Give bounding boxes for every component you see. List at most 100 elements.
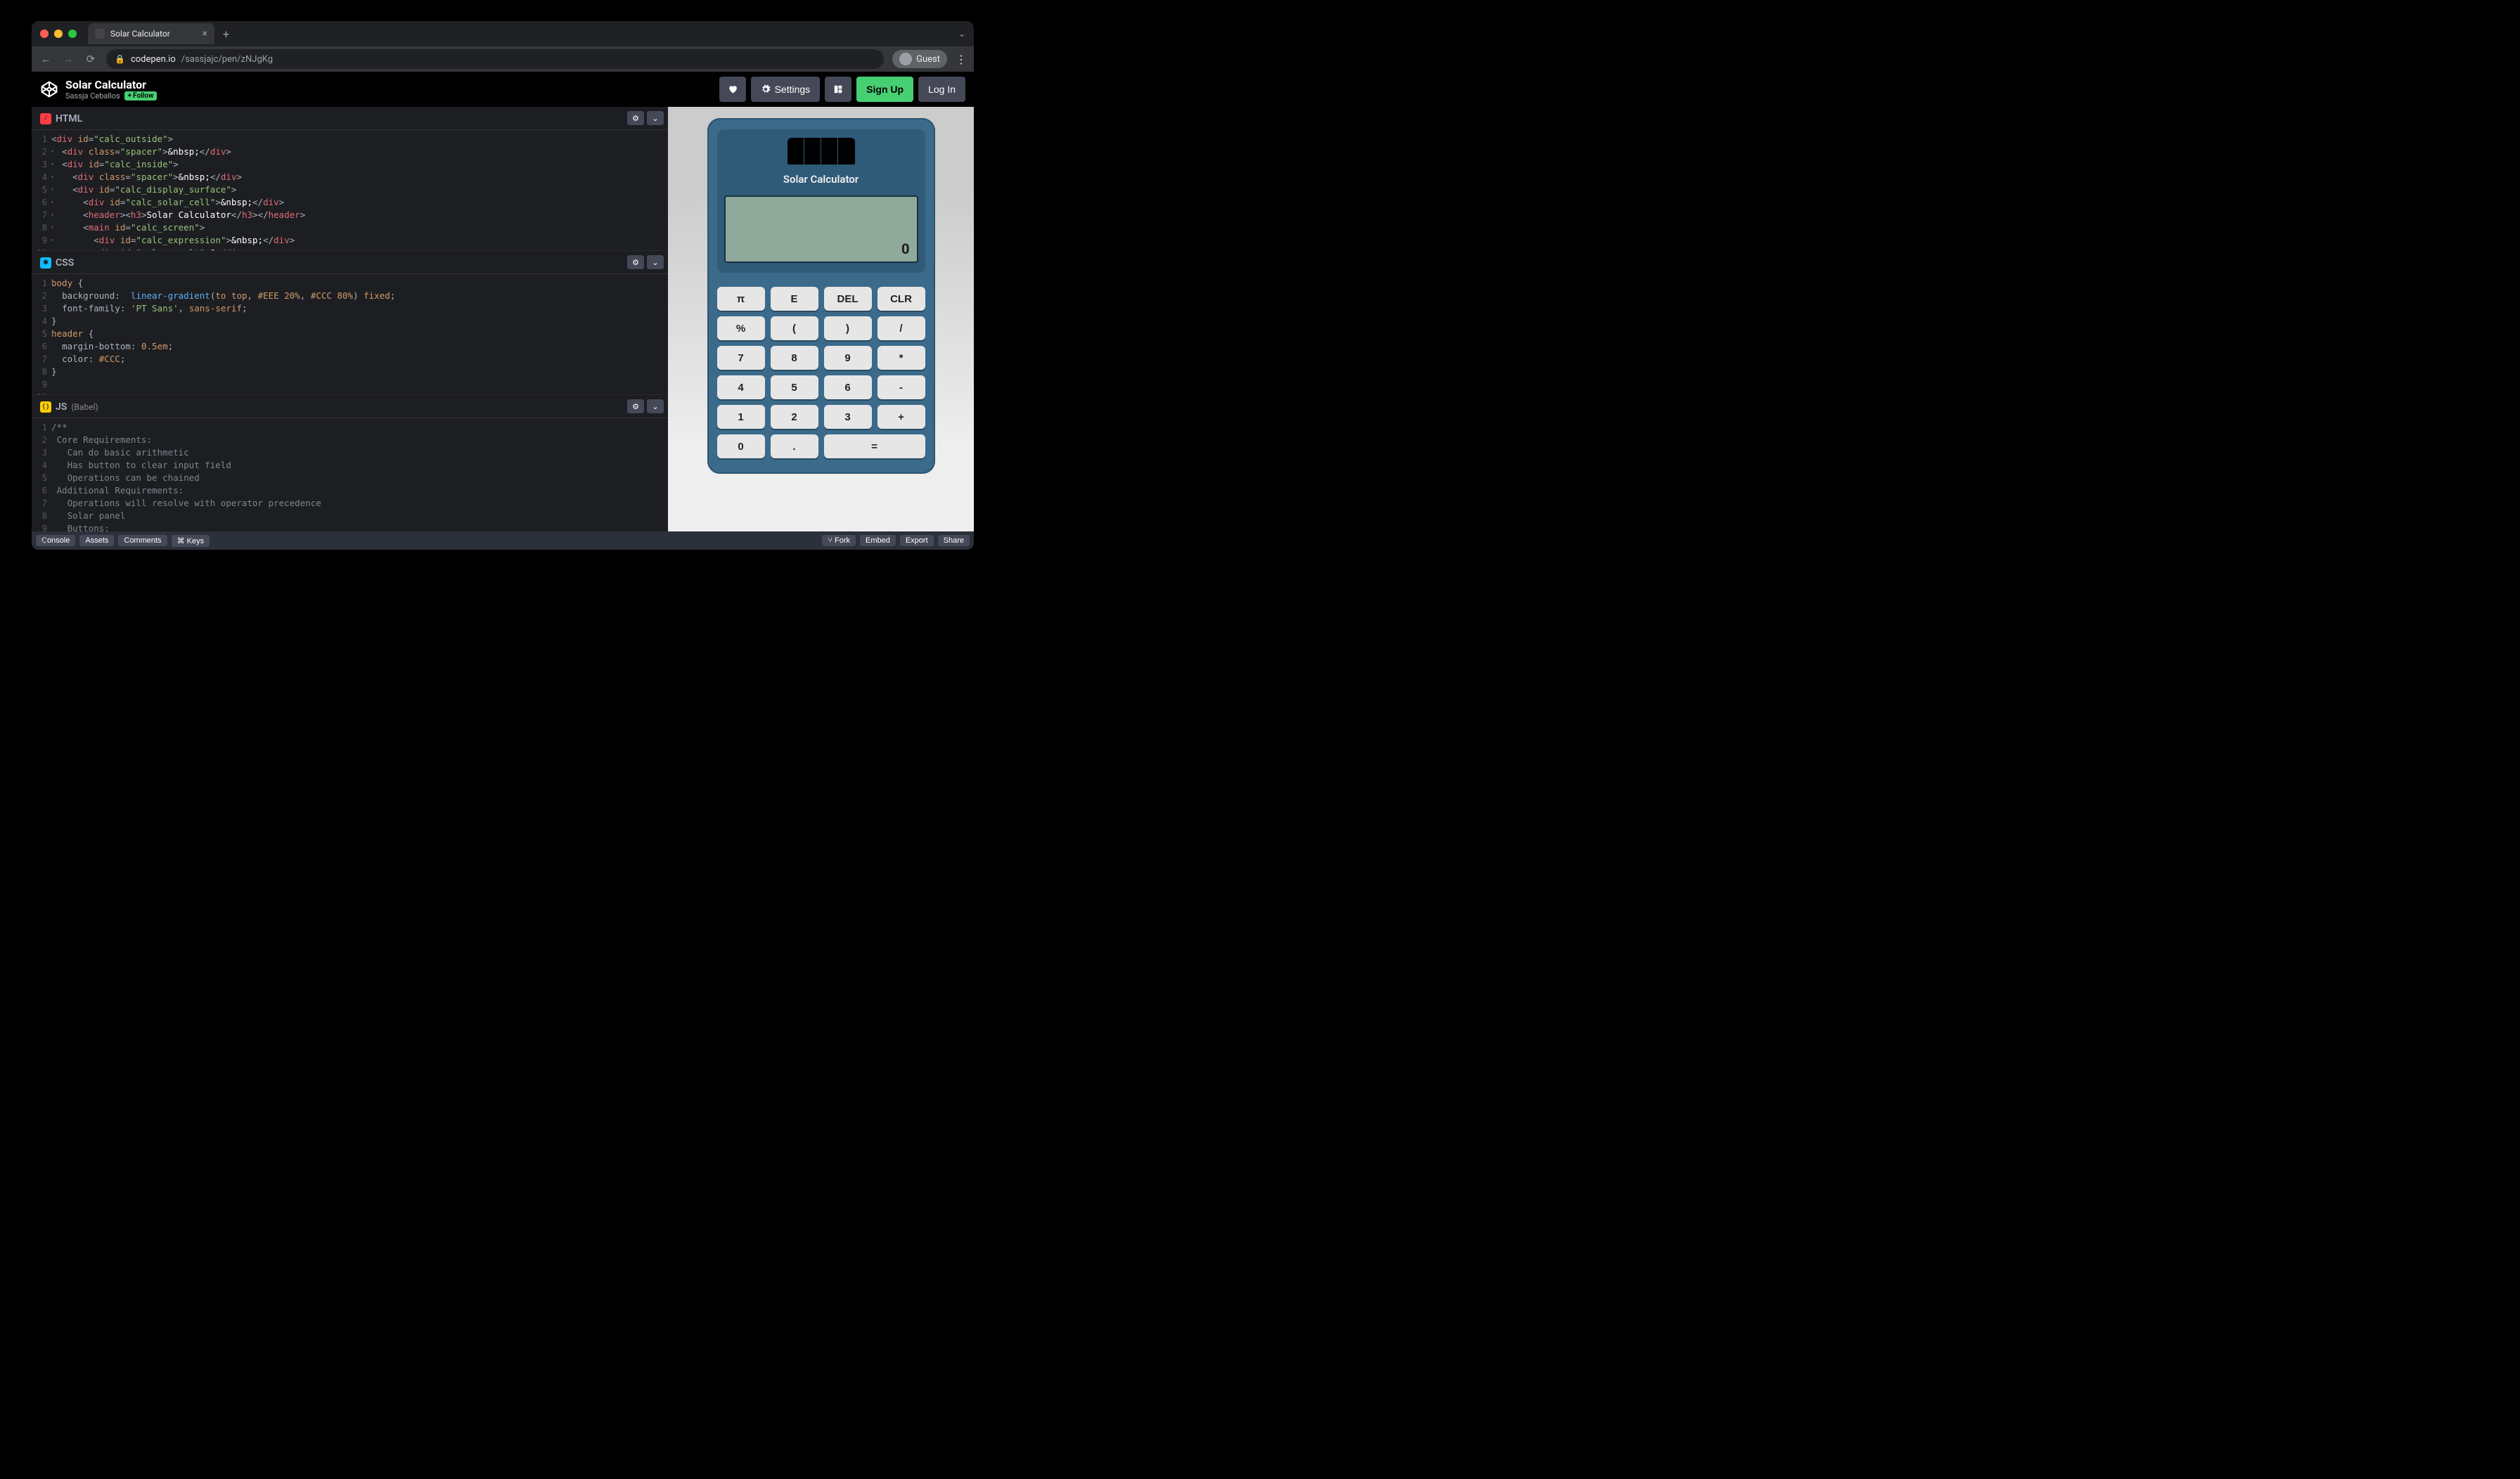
favicon [95, 29, 105, 39]
minimize-window-button[interactable] [54, 30, 63, 38]
comments-button[interactable]: Comments [118, 535, 167, 546]
close-tab-button[interactable]: × [202, 28, 207, 39]
settings-button[interactable]: Settings [751, 77, 821, 102]
signup-button[interactable]: Sign Up [856, 77, 913, 102]
solar-cell [788, 138, 855, 164]
codepen-logo-icon[interactable] [40, 80, 58, 98]
close-window-button[interactable] [40, 30, 49, 38]
html-pane-header: ⁄ HTML ⚙ ⌄ [32, 107, 668, 130]
key-7[interactable]: 7 [717, 346, 765, 370]
js-collapse-button[interactable]: ⌄ [647, 399, 664, 413]
tab-title: Solar Calculator [110, 29, 170, 39]
html-collapse-button[interactable]: ⌄ [647, 111, 664, 125]
js-pane-label: ( ) JS (Babel) [32, 395, 107, 418]
key-rparen[interactable]: ) [824, 316, 872, 340]
key-dot[interactable]: . [771, 434, 818, 458]
html-pane-label: ⁄ HTML [32, 107, 91, 129]
css-collapse-button[interactable]: ⌄ [647, 255, 664, 269]
profile-button[interactable]: Guest [892, 50, 947, 68]
window-controls [40, 30, 77, 38]
editors-column: ⁄ HTML ⚙ ⌄ 12345678910 <div id="calc_out… [32, 107, 668, 531]
js-code: /** Core Requirements: Can do basic arit… [51, 418, 668, 550]
key-3[interactable]: 3 [824, 405, 872, 429]
key-minus[interactable]: - [878, 375, 925, 399]
key-6[interactable]: 6 [824, 375, 872, 399]
pen-author[interactable]: Sassja Ceballos [65, 91, 120, 101]
js-badge-icon: ( ) [40, 401, 51, 413]
css-settings-button[interactable]: ⚙ [627, 255, 644, 269]
key-4[interactable]: 4 [717, 375, 765, 399]
new-tab-button[interactable]: + [223, 27, 229, 41]
html-gutter: 12345678910 [32, 130, 51, 250]
keys-button[interactable]: ⌘ Keys [172, 535, 210, 547]
key-clr[interactable]: CLR [878, 287, 925, 311]
key-8[interactable]: 8 [771, 346, 818, 370]
export-button[interactable]: Export [900, 535, 934, 546]
codepen-header: Solar Calculator Sassja Ceballos + Follo… [32, 72, 974, 107]
preview-pane: Solar Calculator 0 π E DEL CLR % ( ) / 7 [668, 107, 974, 531]
address-bar: ← → ⟳ 🔒 codepen.io/sassjajc/pen/zNJgKg G… [32, 46, 974, 72]
calculator-result: 0 [733, 240, 910, 257]
header-actions: Settings Sign Up Log In [719, 77, 965, 102]
assets-button[interactable]: Assets [79, 535, 114, 546]
html-code: <div id="calc_outside"> <div class="spac… [51, 130, 668, 250]
css-pane: ✱ CSS ⚙ ⌄ 12345678910 body { background:… [32, 251, 668, 395]
css-code: body { background: linear-gradient(to to… [51, 274, 668, 394]
fork-button[interactable]: ⑂ Fork [822, 535, 856, 546]
css-pane-header: ✱ CSS ⚙ ⌄ [32, 251, 668, 274]
calculator-display-surface: Solar Calculator 0 [717, 129, 925, 273]
key-plus[interactable]: + [878, 405, 925, 429]
css-badge-icon: ✱ [40, 257, 51, 269]
codepen-body: ⁄ HTML ⚙ ⌄ 12345678910 <div id="calc_out… [32, 107, 974, 531]
key-5[interactable]: 5 [771, 375, 818, 399]
key-lparen[interactable]: ( [771, 316, 818, 340]
css-editor[interactable]: 12345678910 body { background: linear-gr… [32, 274, 668, 394]
browser-tab[interactable]: Solar Calculator × [88, 23, 214, 44]
html-badge-icon: ⁄ [40, 113, 51, 124]
login-button[interactable]: Log In [918, 77, 965, 102]
profile-label: Guest [916, 54, 940, 65]
calculator-title: Solar Calculator [724, 173, 918, 186]
key-divide[interactable]: / [878, 316, 925, 340]
key-1[interactable]: 1 [717, 405, 765, 429]
js-settings-button[interactable]: ⚙ [627, 399, 644, 413]
url-domain: codepen.io [131, 54, 176, 65]
reload-button[interactable]: ⟳ [84, 53, 98, 65]
back-button[interactable]: ← [39, 53, 53, 65]
embed-button[interactable]: Embed [860, 535, 896, 546]
key-e[interactable]: E [771, 287, 818, 311]
css-pane-label: ✱ CSS [32, 251, 82, 273]
key-percent[interactable]: % [717, 316, 765, 340]
key-multiply[interactable]: * [878, 346, 925, 370]
forward-button[interactable]: → [61, 53, 75, 65]
calculator: Solar Calculator 0 π E DEL CLR % ( ) / 7 [707, 118, 935, 474]
expand-tabs-button[interactable]: ⌄ [958, 29, 965, 39]
css-gutter: 12345678910 [32, 274, 51, 394]
calculator-keypad: π E DEL CLR % ( ) / 7 8 9 * 4 5 6 - 1 [717, 287, 925, 458]
html-pane: ⁄ HTML ⚙ ⌄ 12345678910 <div id="calc_out… [32, 107, 668, 251]
key-equals[interactable]: = [824, 434, 925, 458]
key-0[interactable]: 0 [717, 434, 765, 458]
love-button[interactable] [719, 77, 746, 102]
key-2[interactable]: 2 [771, 405, 818, 429]
share-button[interactable]: Share [938, 535, 970, 546]
js-gutter: 12345678910 [32, 418, 51, 550]
html-editor[interactable]: 12345678910 <div id="calc_outside"> <div… [32, 130, 668, 250]
tab-bar: Solar Calculator × + ⌄ [32, 21, 974, 46]
html-settings-button[interactable]: ⚙ [627, 111, 644, 125]
follow-button[interactable]: + Follow [124, 91, 158, 101]
url-field[interactable]: 🔒 codepen.io/sassjajc/pen/zNJgKg [106, 49, 884, 69]
avatar-icon [899, 53, 912, 65]
pen-title-block: Solar Calculator Sassja Ceballos + Follo… [65, 78, 157, 101]
pen-title: Solar Calculator [65, 78, 157, 91]
browser-menu-button[interactable]: ⋮ [956, 53, 967, 66]
key-pi[interactable]: π [717, 287, 765, 311]
js-editor[interactable]: 12345678910 /** Core Requirements: Can d… [32, 418, 668, 550]
key-del[interactable]: DEL [824, 287, 872, 311]
js-pane-header: ( ) JS (Babel) ⚙ ⌄ [32, 395, 668, 418]
maximize-window-button[interactable] [68, 30, 77, 38]
calculator-screen: 0 [724, 195, 918, 263]
key-9[interactable]: 9 [824, 346, 872, 370]
lock-icon: 🔒 [115, 54, 125, 64]
view-button[interactable] [825, 77, 851, 102]
